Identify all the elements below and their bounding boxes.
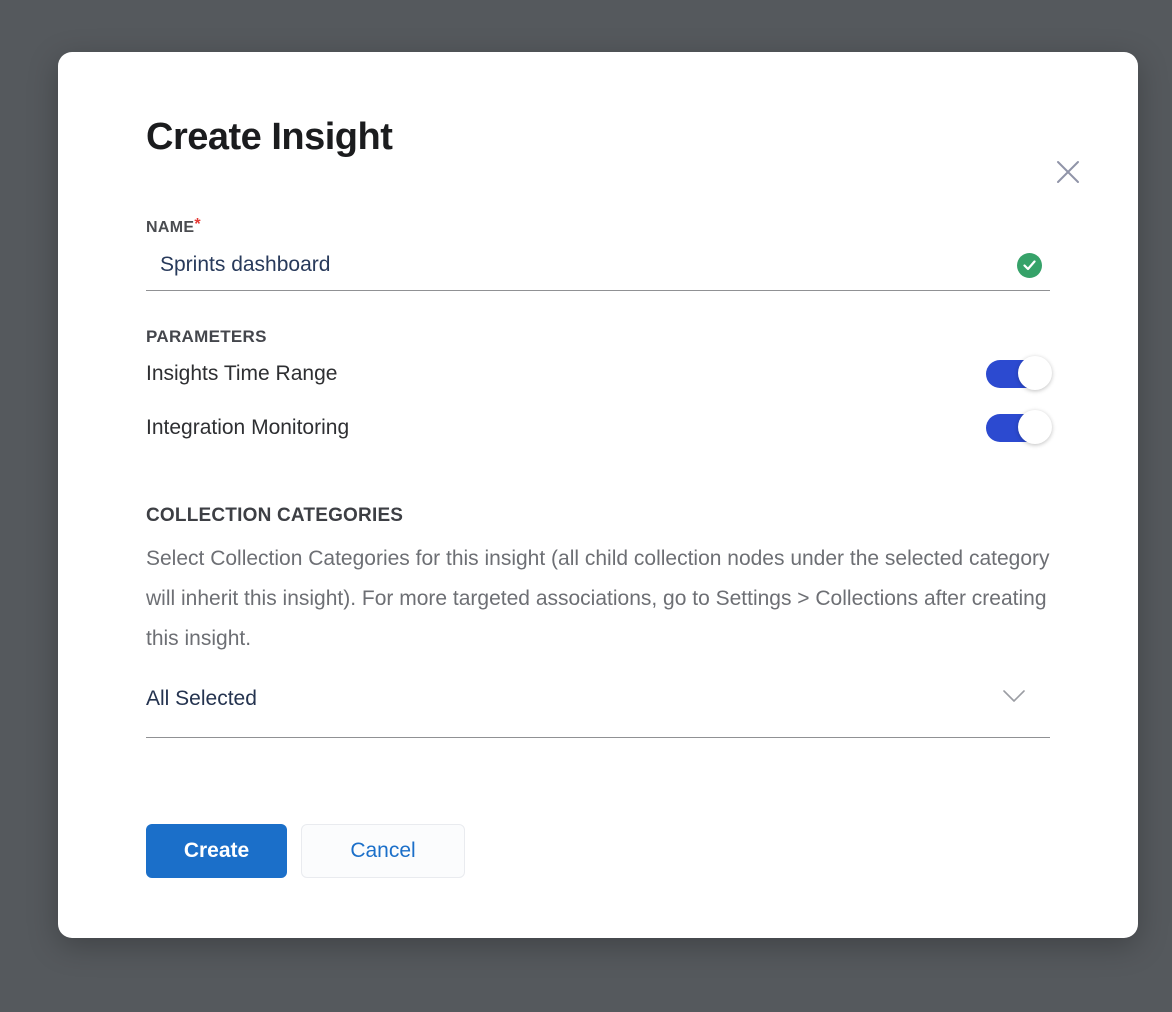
toggle-label: Insights Time Range [146, 362, 337, 386]
insights-time-range-toggle[interactable] [986, 360, 1044, 388]
modal-title: Create Insight [146, 115, 1050, 161]
collection-categories-dropdown[interactable]: All Selected [146, 681, 1050, 738]
modal-actions: Create Cancel [146, 824, 1050, 878]
chevron-down-icon [1002, 689, 1026, 708]
toggle-label: Integration Monitoring [146, 416, 349, 440]
toggle-row-insights-time-range: Insights Time Range [146, 347, 1050, 401]
integration-monitoring-toggle[interactable] [986, 414, 1044, 442]
dropdown-selected-value: All Selected [146, 687, 257, 711]
close-icon [1053, 157, 1083, 187]
toggle-row-integration-monitoring: Integration Monitoring [146, 401, 1050, 455]
toggle-knob [1018, 410, 1052, 444]
parameters-heading: PARAMETERS [146, 327, 1050, 347]
name-input[interactable] [160, 253, 1017, 277]
name-field-group: NAME* [146, 219, 1050, 291]
parameters-section: PARAMETERS Insights Time Range Integrati… [146, 327, 1050, 455]
create-button[interactable]: Create [146, 824, 287, 878]
check-circle-icon [1017, 253, 1042, 278]
close-button[interactable] [1050, 154, 1086, 190]
toggle-knob [1018, 356, 1052, 390]
name-field-label: NAME* [146, 219, 1050, 237]
collection-categories-section: COLLECTION CATEGORIES Select Collection … [146, 505, 1050, 738]
required-asterisk: * [194, 216, 200, 233]
collection-categories-heading: COLLECTION CATEGORIES [146, 505, 1050, 527]
collection-categories-description: Select Collection Categories for this in… [146, 539, 1050, 659]
create-insight-modal: Create Insight NAME* PARAMETERS Insights… [58, 52, 1138, 938]
cancel-button[interactable]: Cancel [301, 824, 465, 878]
name-input-row [146, 249, 1050, 291]
